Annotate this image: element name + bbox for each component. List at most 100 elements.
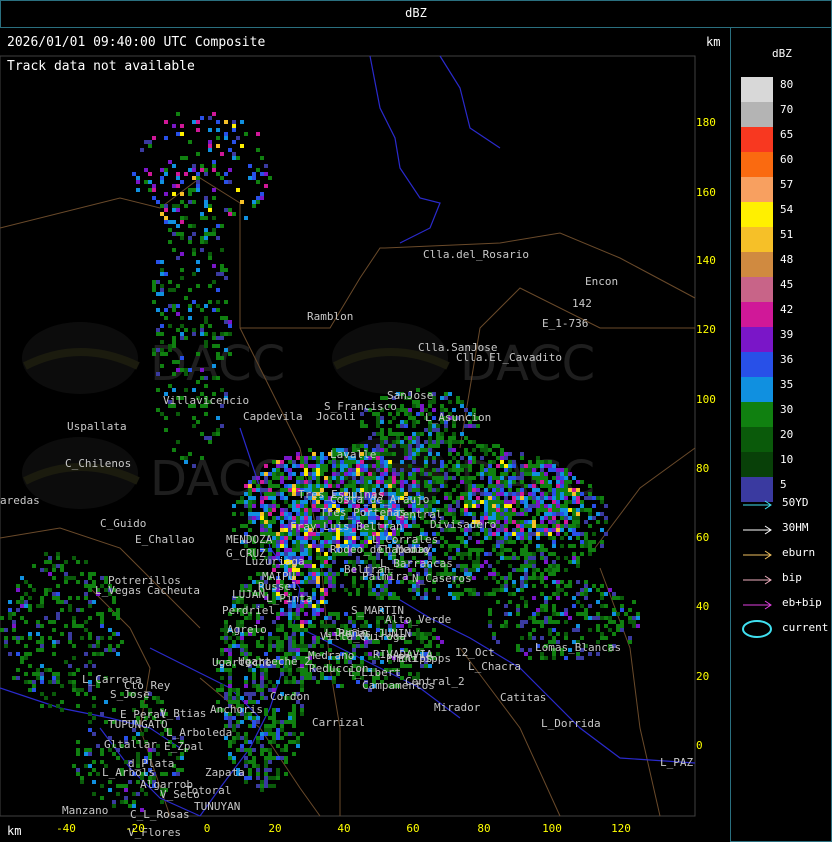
echo-cell	[256, 768, 260, 772]
echo-cell	[408, 588, 412, 592]
echo-cell	[340, 476, 344, 480]
echo-cell	[216, 376, 220, 380]
echo-cell	[440, 536, 444, 540]
echo-cell	[552, 564, 556, 568]
echo-cell	[64, 660, 68, 664]
echo-cell	[504, 496, 508, 500]
echo-cell	[216, 432, 220, 436]
echo-cell	[264, 684, 268, 688]
echo-cell	[212, 168, 216, 172]
echo-cell	[28, 584, 32, 588]
echo-cell	[272, 532, 276, 536]
echo-cell	[492, 484, 496, 488]
echo-cell	[240, 500, 244, 504]
echo-cell	[236, 736, 240, 740]
echo-cell	[400, 460, 404, 464]
echo-cell	[564, 488, 568, 492]
echo-cell	[280, 724, 284, 728]
echo-cell	[324, 552, 328, 556]
echo-cell	[536, 480, 540, 484]
echo-cell	[236, 136, 240, 140]
echo-cell	[256, 764, 260, 768]
echo-cell	[556, 592, 560, 596]
echo-cell	[264, 496, 268, 500]
echo-cell	[624, 612, 628, 616]
echo-cell	[88, 688, 92, 692]
echo-cell	[548, 504, 552, 508]
echo-cell	[516, 528, 520, 532]
echo-cell	[508, 480, 512, 484]
echo-cell	[512, 556, 516, 560]
echo-cell	[528, 464, 532, 468]
echo-cell	[452, 592, 456, 596]
echo-cell	[296, 504, 300, 508]
echo-cell	[464, 500, 468, 504]
echo-cell	[584, 540, 588, 544]
echo-cell	[600, 632, 604, 636]
echo-cell	[416, 524, 420, 528]
echo-cell	[284, 636, 288, 640]
echo-cell	[248, 760, 252, 764]
echo-cell	[408, 472, 412, 476]
echo-cell	[492, 576, 496, 580]
echo-cell	[488, 552, 492, 556]
echo-cell	[160, 700, 164, 704]
echo-cell	[300, 460, 304, 464]
echo-cell	[500, 536, 504, 540]
echo-cell	[228, 672, 232, 676]
echo-cell	[544, 616, 548, 620]
echo-cell	[276, 460, 280, 464]
echo-cell	[88, 764, 92, 768]
echo-cell	[272, 476, 276, 480]
echo-cell	[412, 448, 416, 452]
echo-cell	[388, 460, 392, 464]
echo-cell	[164, 272, 168, 276]
echo-cell	[160, 340, 164, 344]
echo-cell	[448, 504, 452, 508]
echo-cell	[520, 508, 524, 512]
echo-cell	[428, 472, 432, 476]
radar-map[interactable]: DACC DACCDACC DACC Clla.del_RosarioEncon14…	[0, 28, 730, 842]
echo-cell	[168, 228, 172, 232]
echo-cell	[612, 596, 616, 600]
echo-cell	[296, 540, 300, 544]
echo-cell	[468, 496, 472, 500]
echo-cell	[180, 200, 184, 204]
echo-cell	[308, 564, 312, 568]
echo-cell	[180, 220, 184, 224]
echo-cell	[224, 348, 228, 352]
echo-cell	[596, 588, 600, 592]
echo-cell	[316, 552, 320, 556]
echo-cell	[528, 636, 532, 640]
echo-cell	[528, 540, 532, 544]
echo-cell	[288, 476, 292, 480]
echo-cell	[564, 472, 568, 476]
echo-cell	[12, 628, 16, 632]
echo-cell	[212, 232, 216, 236]
echo-cell	[520, 500, 524, 504]
echo-cell	[276, 612, 280, 616]
echo-cell	[548, 496, 552, 500]
echo-cell	[536, 528, 540, 532]
echo-cell	[280, 624, 284, 628]
echo-cell	[588, 548, 592, 552]
echo-cell	[228, 720, 232, 724]
echo-cell	[308, 572, 312, 576]
echo-cell	[264, 672, 268, 676]
echo-cell	[256, 148, 260, 152]
echo-cell	[212, 332, 216, 336]
echo-cell	[248, 696, 252, 700]
echo-cell	[180, 456, 184, 460]
echo-cell	[272, 684, 276, 688]
echo-cell	[92, 696, 96, 700]
echo-cell	[152, 696, 156, 700]
echo-cell	[460, 592, 464, 596]
echo-cell	[564, 512, 568, 516]
echo-cell	[436, 480, 440, 484]
echo-cell	[92, 600, 96, 604]
echo-cell	[400, 444, 404, 448]
echo-cell	[20, 604, 24, 608]
echo-cell	[460, 468, 464, 472]
echo-cell	[212, 344, 216, 348]
echo-cell	[564, 468, 568, 472]
